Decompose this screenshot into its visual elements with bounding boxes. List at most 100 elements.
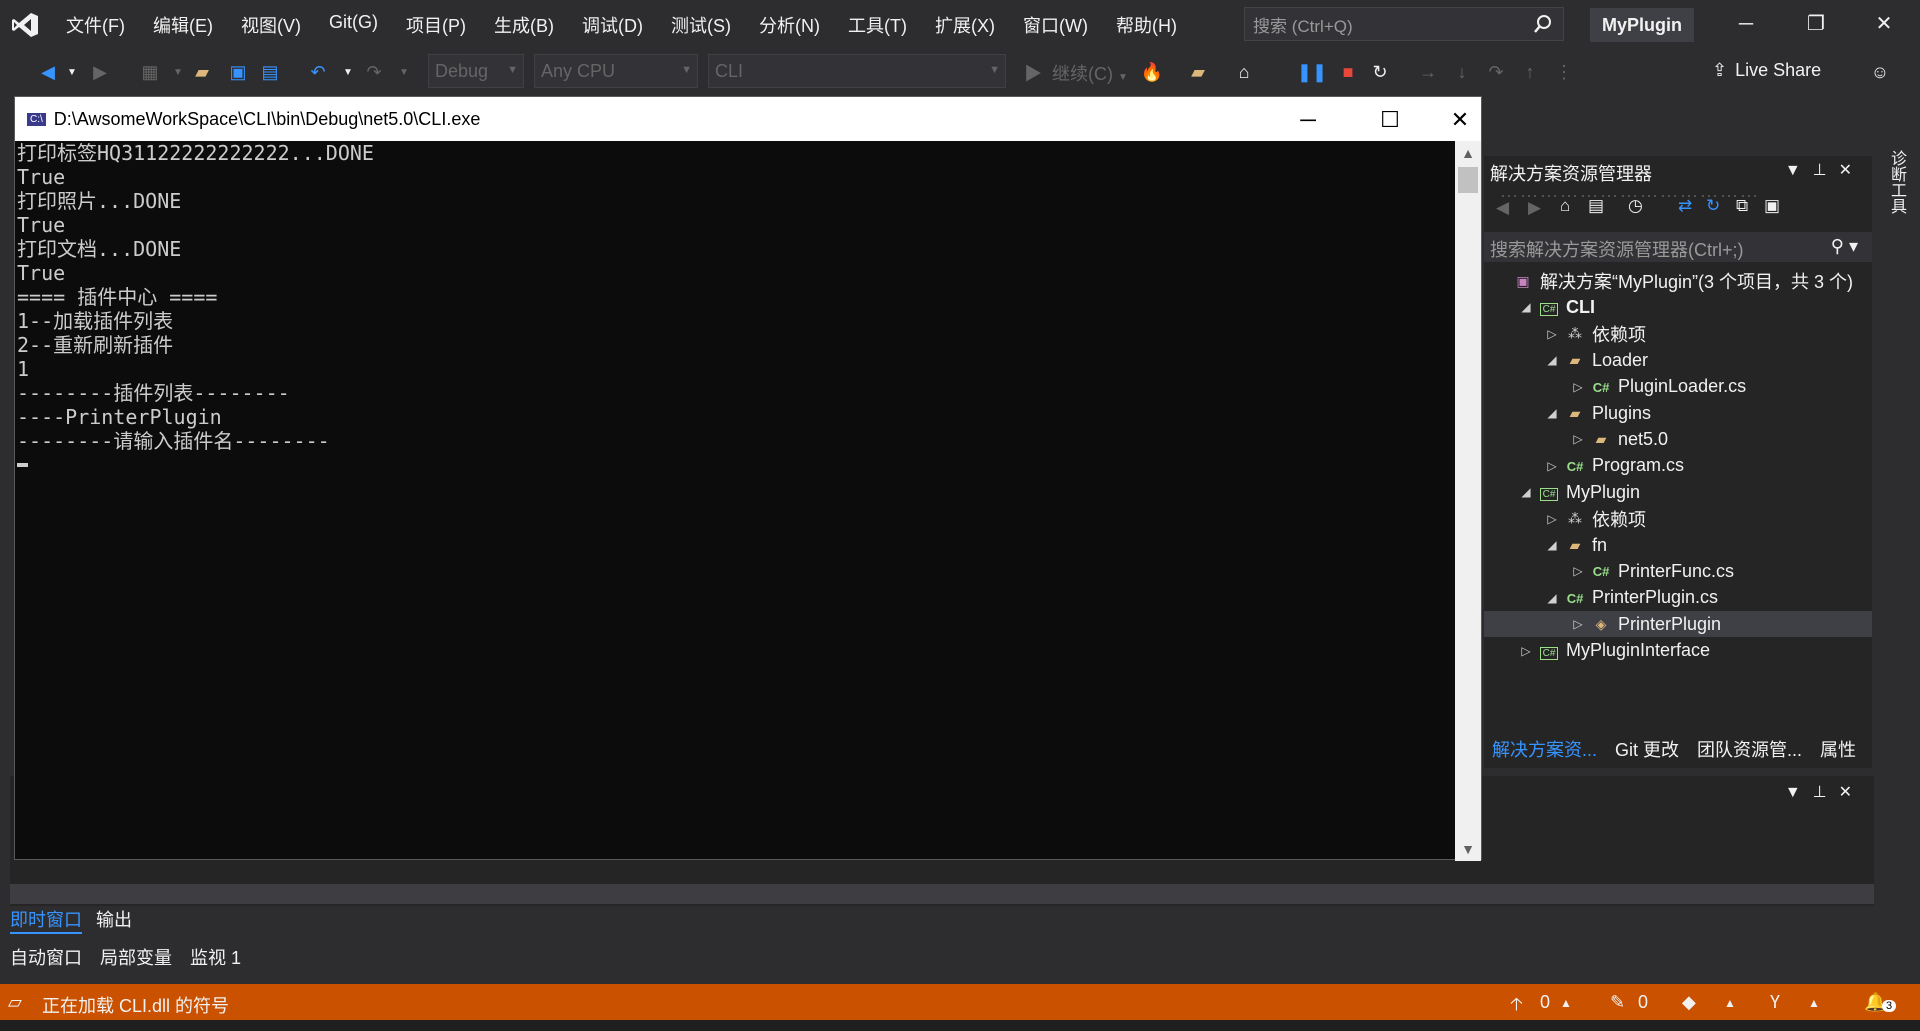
collapsed-arrow-icon[interactable]: ▷ [1542,459,1562,473]
switch-views-icon[interactable]: ▤ [1588,196,1604,216]
find-in-files-icon[interactable]: ▰ [1186,60,1210,84]
tree-item[interactable]: ◢ C# MyPlugin [1484,479,1872,505]
tree-item[interactable]: ▷ ⁂ 依赖项 [1484,321,1872,347]
tree-item[interactable]: ◢ C# PrinterPlugin.cs [1484,585,1872,611]
platform-select[interactable]: Any CPU ▼ [534,54,698,88]
menu-item[interactable]: 帮助(H) [1102,12,1191,38]
tree-item[interactable]: ▷ C# PrinterFunc.cs [1484,558,1872,584]
pin-icon[interactable]: ⊥ [1813,162,1839,179]
back-icon[interactable]: ◀ [1496,198,1509,218]
new-dropdown-icon[interactable]: ▼ [166,60,190,84]
chevron-up-icon[interactable]: ▲ [1560,996,1572,1010]
changes-count[interactable]: 0 [1638,992,1648,1013]
pending-changes-filter-icon[interactable]: ◷ [1628,196,1643,216]
scroll-thumb[interactable] [1458,167,1478,193]
menu-item[interactable]: Git(G) [315,12,392,38]
tree-item[interactable]: ▷ C# MyPluginInterface [1484,638,1872,664]
menu-item[interactable]: 工具(T) [834,12,921,38]
solution-explorer-search-input[interactable]: 搜索解决方案资源管理器(Ctrl+;) ⚲ ▾ [1484,232,1872,262]
tab-git-changes[interactable]: Git 更改 [1615,736,1679,766]
console-window[interactable]: C:\ D:\AwsomeWorkSpace\CLI\bin\Debug\net… [14,96,1482,861]
configuration-select[interactable]: Debug ▼ [428,54,524,88]
chevron-up-icon[interactable]: ▲ [1808,996,1820,1010]
save-icon[interactable]: ▣ [226,60,250,84]
collapse-all-icon[interactable]: ⧉ [1736,196,1748,216]
repository-icon[interactable]: Ү [1770,992,1780,1013]
startup-project-select[interactable]: CLI ▼ [708,54,1006,88]
menu-item[interactable]: 文件(F) [52,12,139,38]
tab-properties[interactable]: 属性 [1820,736,1856,766]
new-project-icon[interactable]: ▦ [138,60,162,84]
tab-team-explorer[interactable]: 团队资源管... [1697,736,1802,766]
scroll-up-icon[interactable]: ▲ [1455,141,1481,165]
console-titlebar[interactable]: C:\ D:\AwsomeWorkSpace\CLI\bin\Debug\net… [15,97,1481,141]
tab-autos[interactable]: 自动窗口 [10,944,82,972]
show-all-files-icon[interactable]: ▣ [1764,196,1780,216]
expanded-arrow-icon[interactable]: ◢ [1542,353,1562,367]
diagnostic-tools-side-tab[interactable]: 诊断工具 [1880,150,1908,214]
collapsed-arrow-icon[interactable]: ▷ [1568,432,1588,446]
forward-icon[interactable]: ▶ [1528,198,1541,218]
redo-dropdown-icon[interactable]: ▼ [392,60,416,84]
tree-item[interactable]: ▷ ◈ PrinterPlugin [1484,611,1872,638]
restart-icon[interactable]: ↻ [1368,60,1392,84]
horizontal-scrollbar[interactable] [10,884,1874,904]
step-into-icon[interactable]: ↓ [1450,60,1474,84]
tab-immediate-window[interactable]: 即时窗口 [10,906,82,934]
back-dropdown-icon[interactable]: ▼ [60,60,84,84]
back-icon[interactable]: ◀ [36,60,60,84]
browser-link-icon[interactable]: ⌂ [1232,60,1256,84]
tree-item[interactable]: ▷ C# Program.cs [1484,453,1872,479]
feedback-icon[interactable]: ☺ [1868,60,1892,84]
expanded-arrow-icon[interactable]: ◢ [1542,406,1562,420]
menu-item[interactable]: 项目(P) [392,12,480,38]
menu-item[interactable]: 调试(D) [568,12,657,38]
collapsed-arrow-icon[interactable]: ▷ [1568,564,1588,578]
close-icon[interactable]: ✕ [1839,784,1864,801]
tree-item[interactable]: ▷ ▰ net5.0 [1484,426,1872,452]
tab-locals[interactable]: 局部变量 [100,944,172,972]
git-branch-icon[interactable]: ◆ [1682,992,1696,1013]
collapsed-arrow-icon[interactable]: ▷ [1568,380,1588,394]
collapsed-arrow-icon[interactable]: ▷ [1568,617,1588,631]
collapsed-arrow-icon[interactable]: ▷ [1542,327,1562,341]
visual-studio-logo-icon[interactable] [0,0,50,50]
maximize-icon[interactable]: ☐ [1375,105,1405,135]
live-share-button[interactable]: ⇪ Live Share [1712,60,1821,81]
menu-item[interactable]: 视图(V) [227,12,315,38]
tab-output[interactable]: 输出 [96,906,132,934]
open-folder-icon[interactable]: ▰ [190,60,214,84]
tree-item[interactable]: ▷ ⁂ 依赖项 [1484,506,1872,532]
expanded-arrow-icon[interactable]: ◢ [1516,485,1536,499]
expanded-arrow-icon[interactable]: ◢ [1516,300,1536,314]
pause-icon[interactable]: ❚❚ [1297,60,1327,84]
close-icon[interactable]: ✕ [1445,105,1475,135]
menu-item[interactable]: 窗口(W) [1009,12,1102,38]
tree-item[interactable]: ▷ C# PluginLoader.cs [1484,374,1872,400]
scroll-down-icon[interactable]: ▼ [1455,837,1481,861]
home-icon[interactable]: ⌂ [1560,196,1570,216]
expanded-arrow-icon[interactable]: ◢ [1542,538,1562,552]
redo-icon[interactable]: ↷ [362,60,386,84]
sync-icon[interactable]: ⇄ [1678,196,1692,216]
tree-item[interactable]: ◢ ▰ fn [1484,532,1872,558]
chevron-up-icon[interactable]: ▲ [1724,996,1736,1010]
show-next-statement-icon[interactable]: → [1416,60,1440,84]
unpushed-count[interactable]: 0 [1540,992,1550,1013]
console-output[interactable]: 打印标签HQ31122222222222...DONE True 打印照片...DO… [15,141,1455,861]
minimize-icon[interactable]: ─ [1293,105,1323,135]
chevron-down-icon[interactable]: ▼ [1785,162,1813,179]
menu-item[interactable]: 分析(N) [745,12,834,38]
menu-item[interactable]: 编辑(E) [139,12,227,38]
pin-icon[interactable]: ⊥ [1813,784,1839,801]
tab-solution-explorer[interactable]: 解决方案资... [1492,736,1597,766]
close-icon[interactable]: ✕ [1872,12,1896,36]
forward-icon[interactable]: ▶ [88,60,112,84]
collapsed-arrow-icon[interactable]: ▷ [1516,644,1536,658]
toolbar-overflow-icon[interactable]: ⋮ [1552,60,1576,84]
menu-item[interactable]: 扩展(X) [921,12,1009,38]
console-scrollbar[interactable]: ▲ ▼ [1455,141,1481,861]
menu-item[interactable]: 生成(B) [480,12,568,38]
continue-button[interactable]: ▶ 继续(C) ▼ [1024,60,1128,86]
step-over-icon[interactable]: ↷ [1484,60,1508,84]
